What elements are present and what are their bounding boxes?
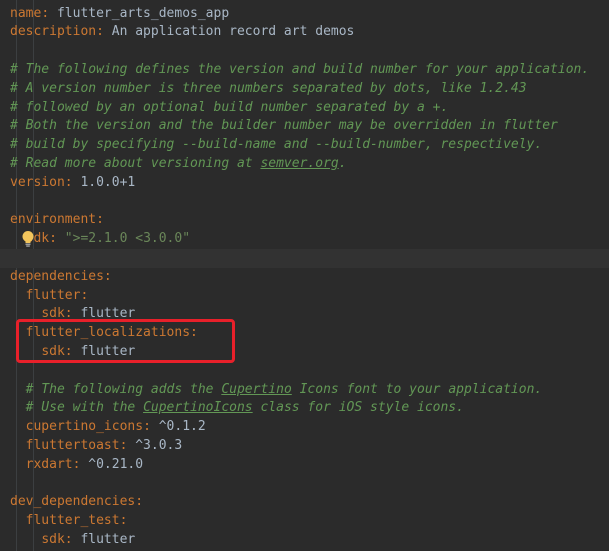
yaml-value: An application record art demos: [111, 24, 355, 40]
comment-text: # A version number is three numbers sepa…: [10, 80, 527, 96]
code-text: # Read more about versioning at semver.o…: [10, 155, 347, 174]
yaml-key: fluttertoast: [25, 437, 120, 453]
comment-link: CupertinoIcons: [143, 400, 253, 416]
yaml-value: 1.0.0+1: [80, 174, 136, 190]
yaml-separator: :: [41, 5, 57, 21]
code-text: rxdart: ^0.21.0: [10, 456, 143, 475]
code-line: # Read more about versioning at semver.o…: [0, 155, 609, 174]
code-line: # The following adds the Cupertino Icons…: [0, 381, 609, 400]
yaml-key: description: [10, 24, 97, 40]
code-line: environment:: [0, 211, 609, 230]
comment-text: # The following defines the version and …: [10, 61, 590, 77]
code-line: rxdart: ^0.21.0: [0, 456, 609, 475]
code-line: fluttertoast: ^3.0.3: [0, 437, 609, 456]
yaml-value: flutter: [80, 531, 136, 547]
yaml-key: sdk: [41, 531, 65, 547]
code-text: version: 1.0.0+1: [10, 174, 135, 193]
yaml-separator: :: [119, 513, 128, 529]
yaml-key: rxdart: [25, 456, 73, 472]
yaml-value: flutter_arts_demos_app: [56, 5, 230, 21]
code-text: cupertino_icons: ^0.1.2: [10, 418, 206, 437]
yaml-separator: :: [119, 437, 136, 453]
code-line: [0, 248, 609, 268]
code-line: version: 1.0.0+1: [0, 174, 609, 193]
code-line: dev_dependencies:: [0, 493, 609, 512]
code-text: fluttertoast: ^3.0.3: [10, 437, 183, 456]
yaml-separator: :: [72, 456, 89, 472]
comment-text: # Both the version and the builder numbe…: [10, 118, 558, 134]
yaml-separator: :: [103, 268, 112, 284]
yaml-key: environment: [10, 212, 97, 228]
code-line: name: flutter_arts_demos_app: [0, 5, 609, 24]
code-text: # build by specifying --build-name and -…: [10, 136, 542, 155]
yaml-key: version: [10, 174, 65, 190]
yaml-separator: :: [135, 494, 144, 510]
comment-link: semver.org: [260, 155, 339, 171]
code-line: sdk: flutter: [0, 531, 609, 550]
code-text: # Use with the CupertinoIcons class for …: [10, 399, 464, 418]
code-text: sdk: flutter: [10, 531, 135, 550]
yaml-separator: :: [80, 287, 89, 303]
comment-link: Cupertino: [221, 381, 292, 397]
code-line: # Both the version and the builder numbe…: [0, 117, 609, 136]
code-text: description: An application record art d…: [10, 23, 354, 42]
yaml-key: dependencies: [10, 268, 104, 284]
annotation-highlight-box: [16, 319, 235, 363]
code-text: environment:: [10, 211, 104, 230]
yaml-key: flutter_test: [25, 513, 120, 529]
yaml-separator: :: [64, 174, 81, 190]
code-line: description: An application record art d…: [0, 23, 609, 42]
code-line: sdk: ">=2.1.0 <3.0.0": [0, 230, 609, 249]
lightbulb-icon[interactable]: [20, 230, 36, 248]
comment-text: # followed by an optional build number s…: [10, 99, 449, 115]
code-text: # The following adds the Cupertino Icons…: [10, 381, 543, 400]
yaml-separator: :: [64, 531, 81, 547]
comment-text: # Read more about versioning at semver.o…: [10, 155, 347, 171]
code-text: flutter:: [10, 287, 89, 306]
code-line: dependencies:: [0, 268, 609, 287]
code-line: # Use with the CupertinoIcons class for …: [0, 399, 609, 418]
code-text: # A version number is three numbers sepa…: [10, 80, 527, 99]
yaml-value: ^0.1.2: [158, 419, 206, 435]
code-text: dev_dependencies:: [10, 493, 143, 512]
code-line: # followed by an optional build number s…: [0, 99, 609, 118]
code-text: sdk: ">=2.1.0 <3.0.0": [10, 230, 190, 249]
code-line: flutter_test:: [0, 512, 609, 531]
code-text: dependencies:: [10, 268, 112, 287]
yaml-key: name: [10, 5, 42, 21]
code-text: # The following defines the version and …: [10, 61, 589, 80]
code-line: # The following defines the version and …: [0, 61, 609, 80]
yaml-key: dev_dependencies: [10, 494, 136, 510]
comment-text: # Use with the CupertinoIcons class for …: [25, 400, 464, 416]
code-line: cupertino_icons: ^0.1.2: [0, 418, 609, 437]
yaml-key: flutter: [25, 287, 81, 303]
comment-text: # The following adds the Cupertino Icons…: [25, 381, 543, 397]
code-text: flutter_test:: [10, 512, 128, 531]
code-text: # Both the version and the builder numbe…: [10, 117, 558, 136]
code-line: # A version number is three numbers sepa…: [0, 80, 609, 99]
yaml-separator: :: [96, 212, 104, 228]
comment-text: # build by specifying --build-name and -…: [10, 137, 543, 153]
code-text: # followed by an optional build number s…: [10, 99, 448, 118]
yaml-separator: :: [143, 419, 159, 435]
yaml-separator: :: [96, 24, 112, 40]
yaml-key: cupertino_icons: [25, 419, 144, 435]
yaml-string-value: ">=2.1.0 <3.0.0": [64, 231, 191, 247]
yaml-separator: :: [49, 231, 65, 247]
code-line: # build by specifying --build-name and -…: [0, 136, 609, 155]
yaml-value: ^0.21.0: [88, 456, 144, 472]
yaml-value: ^3.0.3: [135, 437, 183, 453]
code-line: flutter:: [0, 287, 609, 306]
code-editor[interactable]: name: flutter_arts_demos_app description:…: [0, 0, 609, 551]
code-text: name: flutter_arts_demos_app: [10, 5, 229, 24]
